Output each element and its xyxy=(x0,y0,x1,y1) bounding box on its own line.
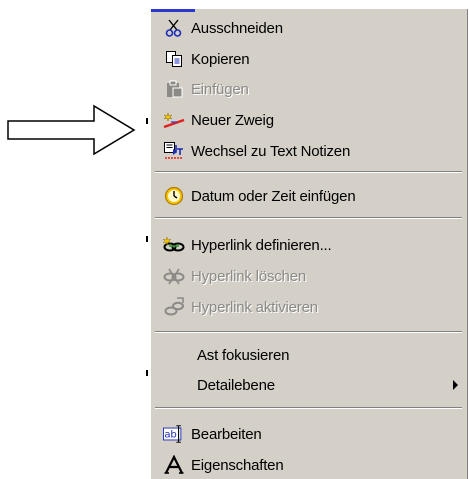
link-activate-icon xyxy=(163,296,185,318)
menu-item-delete-hyperlink[interactable]: Hyperlink löschen xyxy=(155,261,462,291)
screenshot-stage: Ausschneiden Kopieren Einfügen Neuer Zwe… xyxy=(0,0,469,479)
menu-item-label: Kopieren xyxy=(191,50,250,68)
menu-item-label: Wechsel zu Text Notizen xyxy=(191,142,351,160)
clock-icon xyxy=(163,185,185,207)
menu-separator xyxy=(155,407,462,409)
menu-top-highlight xyxy=(151,9,195,12)
link-icon xyxy=(163,234,185,256)
menu-item-label: Datum oder Zeit einfügen xyxy=(191,187,356,205)
background-mark xyxy=(146,118,148,124)
menu-item-label: Hyperlink löschen xyxy=(191,267,306,285)
menu-separator xyxy=(155,171,462,173)
menu-item-label: Neuer Zweig xyxy=(191,111,274,129)
pointer-arrow-icon xyxy=(7,104,136,156)
edit-text-icon: ab xyxy=(163,423,185,445)
menu-item-activate-hyperlink[interactable]: Hyperlink aktivieren xyxy=(155,292,462,322)
menu-item-new-branch[interactable]: Neuer Zweig xyxy=(155,105,462,135)
background-mark xyxy=(146,370,148,376)
switch-to-notes-icon xyxy=(163,140,185,162)
menu-item-insert-date-time[interactable]: Datum oder Zeit einfügen xyxy=(155,181,462,211)
scissors-icon xyxy=(163,17,185,39)
menu-item-label: Bearbeiten xyxy=(191,425,262,443)
menu-item-copy[interactable]: Kopieren xyxy=(155,44,462,74)
context-menu: Ausschneiden Kopieren Einfügen Neuer Zwe… xyxy=(150,8,468,479)
menu-item-focus-branch[interactable]: Ast fokusieren xyxy=(155,340,462,370)
new-branch-icon xyxy=(163,109,185,131)
menu-item-cut[interactable]: Ausschneiden xyxy=(155,13,462,43)
menu-separator xyxy=(155,217,462,219)
background-mark xyxy=(146,236,148,242)
menu-item-label: Detailebene xyxy=(197,376,275,394)
copy-icon xyxy=(163,48,185,70)
properties-font-icon xyxy=(163,454,185,476)
menu-item-detail-level[interactable]: Detailebene xyxy=(155,370,462,400)
link-delete-icon xyxy=(163,265,185,287)
menu-item-label: Einfügen xyxy=(191,80,249,98)
svg-text:ab: ab xyxy=(164,430,176,441)
menu-item-properties[interactable]: Eigenschaften xyxy=(155,450,462,479)
paste-icon xyxy=(163,78,185,100)
menu-item-label: Eigenschaften xyxy=(191,456,284,474)
menu-item-paste[interactable]: Einfügen xyxy=(155,74,462,104)
menu-item-label: Ast fokusieren xyxy=(197,346,290,364)
menu-item-switch-to-notes[interactable]: Wechsel zu Text Notizen xyxy=(155,136,462,166)
menu-item-define-hyperlink[interactable]: Hyperlink definieren... xyxy=(155,230,462,260)
menu-item-edit[interactable]: ab Bearbeiten xyxy=(155,419,462,449)
menu-item-label: Ausschneiden xyxy=(191,19,283,37)
menu-item-label: Hyperlink aktivieren xyxy=(191,298,318,316)
menu-separator xyxy=(155,331,462,333)
submenu-arrow-icon xyxy=(453,380,458,390)
menu-item-label: Hyperlink definieren... xyxy=(191,236,332,254)
